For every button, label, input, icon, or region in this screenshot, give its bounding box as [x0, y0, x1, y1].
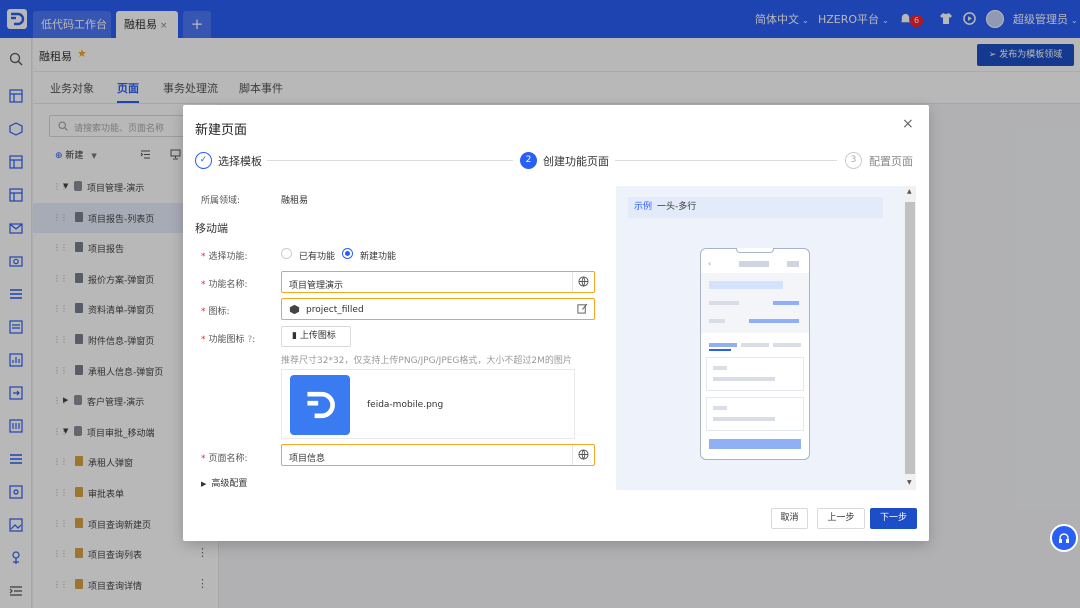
step-2-index: 2	[520, 152, 537, 169]
preview-name: 一头-多行	[657, 202, 697, 212]
help-icon[interactable]: ?	[248, 335, 253, 345]
advanced-config-toggle[interactable]: ▶ 高级配置	[201, 476, 247, 489]
close-icon[interactable]: ×	[902, 116, 914, 132]
icon-field[interactable]: project_filled	[281, 298, 595, 320]
uploaded-image-card[interactable]: feida-mobile.png	[281, 369, 575, 439]
help-chat-button[interactable]	[1050, 524, 1078, 552]
phone-mockup: ‹	[700, 248, 810, 460]
function-name-value: 项目管理演示	[289, 281, 344, 291]
file-icon: ▮	[292, 331, 300, 341]
function-name-text: 功能名称:	[208, 280, 248, 290]
step-connector	[615, 160, 837, 161]
icon-value: project_filled	[306, 305, 364, 315]
radio-existing-function[interactable]	[281, 248, 292, 259]
preview-tag-label: 示例	[634, 202, 653, 212]
headset-icon	[1059, 533, 1069, 543]
function-icon-text: 功能图标	[208, 335, 245, 345]
step-1-check-icon: ✓	[195, 152, 212, 169]
template-preview: 示例 一头-多行 ‹	[616, 186, 904, 490]
radio-existing-label: 已有功能	[299, 252, 336, 262]
domain-value: 融租易	[281, 196, 309, 206]
uploaded-file-name: feida-mobile.png	[367, 400, 444, 410]
globe-icon[interactable]	[572, 272, 594, 292]
select-function-label: * 选择功能:	[201, 252, 248, 262]
edit-icon[interactable]	[572, 299, 594, 319]
cancel-button[interactable]: 取消	[771, 508, 808, 529]
select-function-text: 选择功能:	[208, 252, 248, 262]
upload-label: 上传图标	[299, 331, 336, 341]
upload-hint: 推荐尺寸32*32，仅支持上传PNG/JPG/JPEG格式，大小不超过2M的图片	[281, 356, 572, 366]
scroll-down-icon[interactable]: ▼	[907, 479, 912, 486]
preview-scrollbar[interactable]: ▲ ▼	[904, 186, 916, 490]
radio-new-function[interactable]	[342, 248, 353, 259]
page-name-field[interactable]: 项目信息	[281, 444, 595, 466]
dialog-title: 新建页面	[195, 123, 248, 138]
step-3-label: 配置页面	[869, 155, 913, 168]
function-name-field[interactable]: 项目管理演示	[281, 271, 595, 293]
radio-new-label: 新建功能	[360, 252, 397, 262]
step-2-label: 创建功能页面	[543, 155, 609, 168]
section-mobile-title: 移动端	[195, 222, 228, 235]
uploaded-image-thumbnail	[290, 375, 350, 435]
domain-label: 所属领域:	[201, 196, 241, 206]
step-connector	[267, 160, 513, 161]
prev-step-button[interactable]: 上一步	[817, 508, 865, 529]
function-name-label: * 功能名称:	[201, 280, 248, 290]
caret-right-icon: ▶	[201, 480, 207, 488]
new-page-dialog: 新建页面 × ✓ 选择模板 2 创建功能页面 3 配置页面 所属领域: 融租易 …	[183, 105, 929, 541]
page-name-label: * 页面名称:	[201, 454, 248, 464]
globe-icon[interactable]	[572, 445, 594, 465]
page-name-text: 页面名称:	[208, 454, 248, 464]
scrollbar-thumb[interactable]	[905, 202, 915, 474]
upload-icon-button[interactable]: ▮ 上传图标	[281, 326, 351, 347]
preview-tag: 示例 一头-多行	[628, 197, 883, 218]
scroll-up-icon[interactable]: ▲	[907, 188, 912, 195]
step-3-index: 3	[845, 152, 862, 169]
icon-label: * 图标:	[201, 307, 230, 317]
cube-icon	[289, 304, 300, 315]
icon-label-text: 图标:	[208, 307, 230, 317]
app-logo	[307, 391, 335, 419]
advanced-label: 高级配置	[211, 479, 248, 489]
page-name-value: 项目信息	[289, 454, 326, 464]
function-icon-label: * 功能图标?:	[201, 335, 256, 345]
next-step-button[interactable]: 下一步	[870, 508, 917, 529]
step-1-label: 选择模板	[218, 155, 262, 168]
